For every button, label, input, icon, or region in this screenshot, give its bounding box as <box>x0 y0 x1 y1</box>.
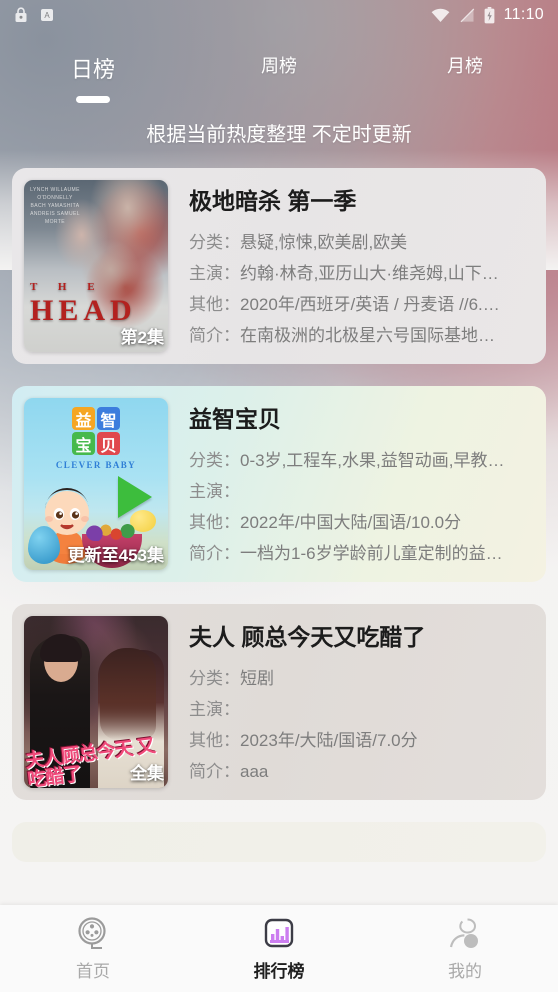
bar-chart-icon <box>264 918 294 947</box>
ranking-subtitle: 根据当前热度整理 不定时更新 <box>146 124 412 146</box>
nav-item-ranking[interactable]: 排行榜 <box>186 916 372 982</box>
list-item[interactable] <box>12 822 546 862</box>
list-item[interactable]: 益 智 宝 贝 CLEVER BABY 更新至453集 益智宝贝 分类：0-3岁… <box>12 386 546 582</box>
list-item-info: 益智宝贝 分类：0-3岁,工程车,水果,益智动画,早教… 主演： 其他：2022… <box>168 398 534 570</box>
poster-logo-char: 宝 <box>72 432 95 455</box>
cast-label: 主演： <box>189 482 240 501</box>
lock-icon <box>15 7 27 22</box>
cast-label: 主演： <box>189 700 240 719</box>
category-value: 悬疑,惊悚,欧美剧,欧美 <box>240 233 408 252</box>
episode-badge: 第2集 <box>120 328 164 347</box>
poster-thumbnail[interactable]: 益 智 宝 贝 CLEVER BABY 更新至453集 <box>24 398 168 570</box>
svg-text:A: A <box>44 11 50 20</box>
nav-item-profile[interactable]: 我的 <box>372 916 558 982</box>
category-label: 分类： <box>189 233 240 252</box>
blue-egg-shape <box>28 526 60 564</box>
poster-pre-title: T H E <box>30 281 104 293</box>
list-item-info: 夫人 顾总今天又吃醋了 分类：短剧 主演： 其他：2023年/大陆/国语/7.0… <box>168 616 534 788</box>
item-other-row: 其他：2022年/中国大陆/国语/10.0分 <box>189 507 534 538</box>
poster-logo-char: 贝 <box>97 432 120 455</box>
poster-logo-char: 智 <box>97 407 120 430</box>
poster-title: T H E HEAD <box>30 282 162 326</box>
app-icon: A <box>41 9 53 21</box>
item-cast-row: 主演：约翰·林奇,亚历山大·维尧姆,山下… <box>189 258 534 289</box>
item-category-row: 分类：悬疑,惊悚,欧美剧,欧美 <box>189 227 534 258</box>
list-item[interactable]: LYNCH WILLAUME O'DONNELLY BACH YAMASHITA… <box>12 168 546 364</box>
item-title: 极地暗杀 第一季 <box>189 188 357 214</box>
summary-label: 简介： <box>189 544 240 563</box>
poster-logo-char: 益 <box>72 407 95 430</box>
item-category-row: 分类：短剧 <box>189 663 534 694</box>
episode-badge: 全集 <box>130 764 164 783</box>
signal-off-icon <box>460 8 474 22</box>
item-other-row: 其他：2023年/大陆/国语/7.0分 <box>189 725 534 756</box>
episode-badge: 更新至453集 <box>67 546 164 565</box>
item-summary-row: 简介：一档为1-6岁学龄前儿童定制的益… <box>189 538 534 569</box>
item-cast-row: 主演： <box>189 694 534 725</box>
summary-value: aaa <box>240 762 269 781</box>
poster-cast-list: LYNCH WILLAUME O'DONNELLY BACH YAMASHITA… <box>30 187 80 225</box>
item-cast-row: 主演： <box>189 476 534 507</box>
status-bar-left-icons: A <box>14 7 54 23</box>
tab-weekly-label: 周榜 <box>261 56 297 76</box>
summary-label: 简介： <box>189 762 240 781</box>
category-label: 分类： <box>189 451 240 470</box>
summary-value: 一档为1-6岁学龄前儿童定制的益… <box>240 544 503 563</box>
other-label: 其他： <box>189 295 240 314</box>
nav-item-ranking-label: 排行榜 <box>253 961 305 981</box>
item-summary-row: 简介：aaa <box>189 756 534 787</box>
item-summary-row: 简介：在南极洲的北极星六号国际基地… <box>189 320 534 351</box>
cast-value: 约翰·林奇,亚历山大·维尧姆,山下… <box>240 264 499 283</box>
status-bar-right-icons: 11:10 <box>431 6 544 24</box>
status-bar: A 11:10 <box>0 0 558 30</box>
item-title: 益智宝贝 <box>189 406 281 432</box>
cast-label: 主演： <box>189 264 240 283</box>
nav-item-home[interactable]: 首页 <box>0 916 186 982</box>
other-value: 2022年/中国大陆/国语/10.0分 <box>240 513 462 532</box>
category-value: 短剧 <box>240 669 274 688</box>
category-label: 分类： <box>189 669 240 688</box>
film-reel-icon <box>78 916 106 949</box>
other-label: 其他： <box>189 731 240 750</box>
tab-monthly-label: 月榜 <box>447 56 483 76</box>
tab-daily[interactable]: 日榜 <box>0 52 186 103</box>
battery-charging-icon <box>484 6 495 23</box>
bottom-navigation-bar[interactable]: 首页 排行榜 我的 <box>0 905 558 992</box>
nav-item-profile-label: 我的 <box>448 961 482 981</box>
summary-value: 在南极洲的北极星六号国际基地… <box>240 326 495 345</box>
item-title: 夫人 顾总今天又吃醋了 <box>189 624 426 650</box>
poster-sub-title: CLEVER BABY <box>55 460 137 470</box>
status-bar-clock: 11:10 <box>503 6 544 23</box>
person-icon <box>449 918 478 948</box>
tab-monthly[interactable]: 月榜 <box>372 52 558 78</box>
other-label: 其他： <box>189 513 240 532</box>
tab-weekly[interactable]: 周榜 <box>186 52 372 78</box>
ranking-list[interactable]: LYNCH WILLAUME O'DONNELLY BACH YAMASHITA… <box>0 168 558 938</box>
other-value: 2023年/大陆/国语/7.0分 <box>240 731 418 750</box>
poster-logo: 益 智 宝 贝 <box>72 407 120 455</box>
wifi-icon <box>431 8 450 22</box>
summary-label: 简介： <box>189 326 240 345</box>
ranking-period-tabs[interactable]: 日榜 周榜 月榜 <box>0 30 558 103</box>
tab-active-indicator <box>76 96 110 103</box>
poster-thumbnail[interactable]: LYNCH WILLAUME O'DONNELLY BACH YAMASHITA… <box>24 180 168 352</box>
category-value: 0-3岁,工程车,水果,益智动画,早教… <box>240 451 505 470</box>
list-item[interactable]: 夫人顾总今天 又吃醋了 全集 夫人 顾总今天又吃醋了 分类：短剧 主演： 其他：… <box>12 604 546 800</box>
item-category-row: 分类：0-3岁,工程车,水果,益智动画,早教… <box>189 445 534 476</box>
other-value: 2020年/西班牙/英语 / 丹麦语 //6.… <box>240 295 500 314</box>
tab-daily-label: 日榜 <box>70 57 115 82</box>
item-other-row: 其他：2020年/西班牙/英语 / 丹麦语 //6.… <box>189 289 534 320</box>
poster-thumbnail[interactable]: 夫人顾总今天 又吃醋了 全集 <box>24 616 168 788</box>
list-item-info: 极地暗杀 第一季 分类：悬疑,惊悚,欧美剧,欧美 主演：约翰·林奇,亚历山大·维… <box>168 180 534 352</box>
nav-item-home-label: 首页 <box>76 961 110 981</box>
